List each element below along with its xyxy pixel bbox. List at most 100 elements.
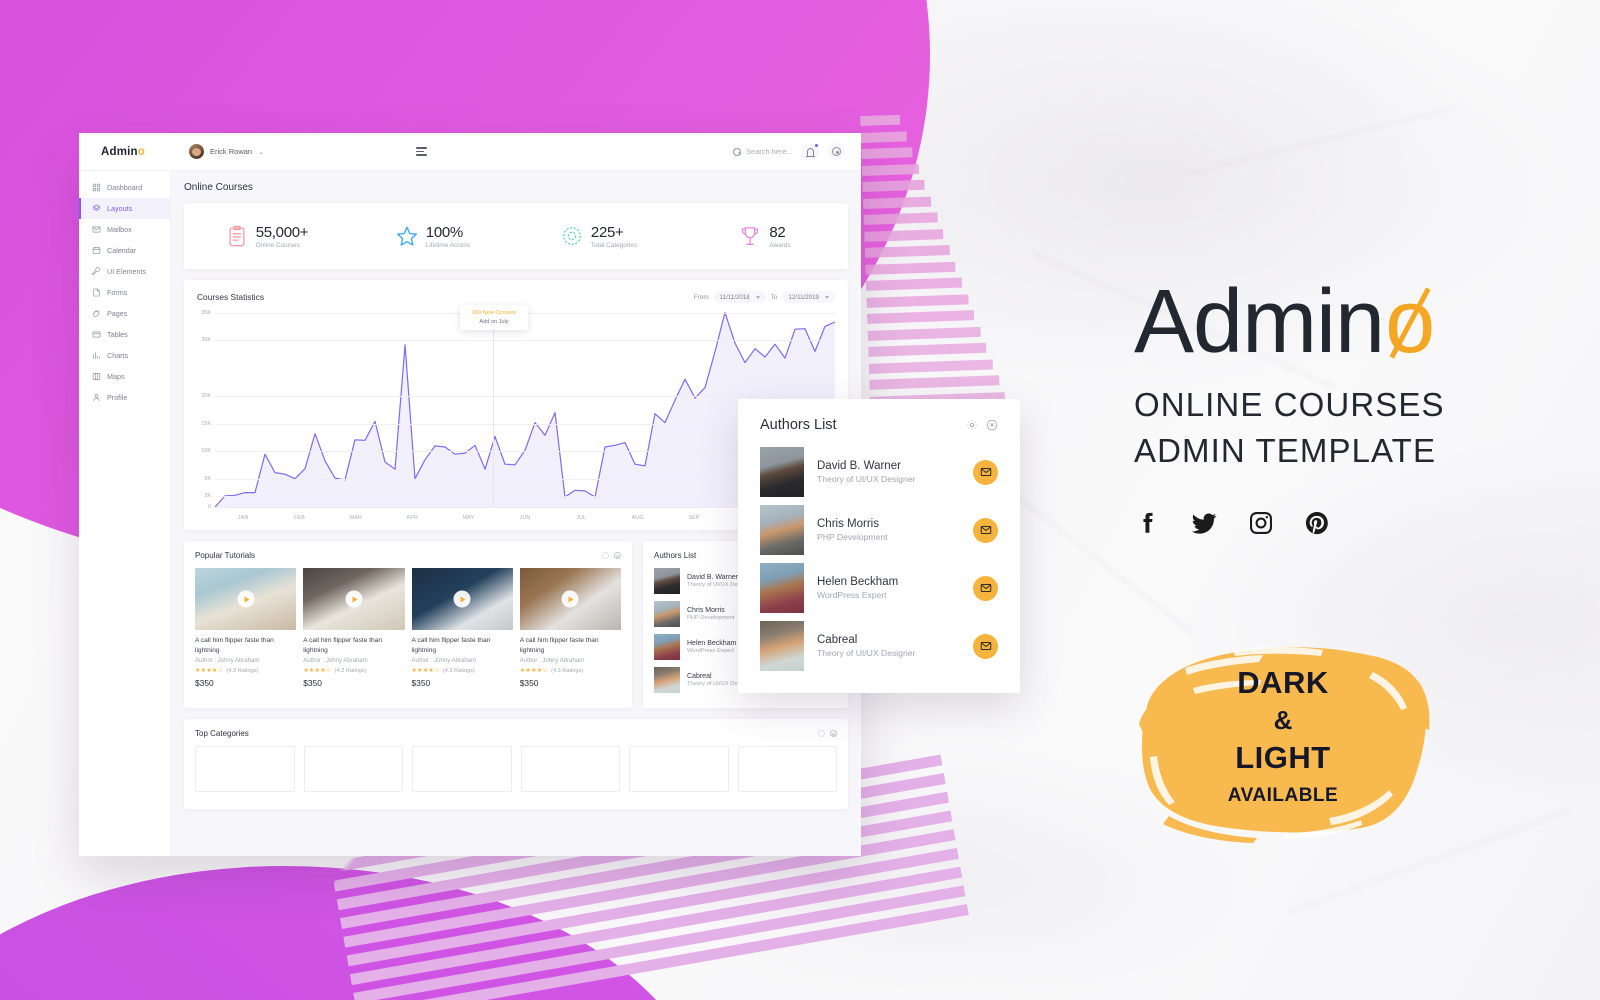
grid-icon: [92, 183, 101, 192]
map-icon: [92, 372, 101, 381]
table-icon: [92, 330, 101, 339]
hamburger-icon[interactable]: [415, 147, 427, 156]
author-role: PHP Development: [817, 532, 888, 543]
chart-y-tick: 5K: [204, 476, 211, 483]
chart-x-tick: JAN: [237, 515, 249, 521]
stat-value: 82: [769, 223, 786, 241]
facebook-icon[interactable]: [1134, 510, 1160, 536]
chart-x-tick: APR: [406, 515, 418, 521]
sidebar-item-tables[interactable]: Tables: [79, 324, 170, 345]
chart-x-tick: FEB: [294, 515, 305, 521]
chart-y-tick: 10K: [201, 448, 211, 455]
user-name: Erick Rowan: [210, 147, 253, 156]
chart-gridline: [215, 395, 835, 397]
branding-block: Admin o ONLINE COURSES ADMIN TEMPLATE: [1134, 277, 1534, 537]
categories-grid: [195, 746, 837, 792]
author-name: David B. Warner: [817, 459, 901, 472]
tutorial-card[interactable]: A call him flipper faste than lightning A…: [411, 568, 513, 689]
category-box[interactable]: [412, 746, 512, 792]
user-menu[interactable]: Erick Rowan ⌄: [171, 144, 264, 159]
sidebar-item-calendar[interactable]: Calendar: [79, 240, 170, 261]
tutorial-price: $350: [411, 678, 431, 689]
sidebar: Dashboard Layouts Mailbox Calendar UI Elemen…: [79, 171, 171, 856]
sidebar-item-ui-elements[interactable]: UI Elements: [79, 261, 170, 282]
envelope-icon[interactable]: [973, 633, 998, 659]
tutorial-price: $350: [303, 678, 322, 689]
envelope-icon[interactable]: [973, 517, 998, 543]
sidebar-item-label: UI Elements: [107, 267, 147, 276]
author-row[interactable]: Helen Beckham WordPress Expert: [760, 563, 998, 613]
clipboard-icon: [226, 225, 248, 247]
sidebar-item-charts[interactable]: Charts: [79, 345, 170, 366]
play-icon[interactable]: [345, 590, 363, 608]
from-date-select[interactable]: 11/11/2018: [713, 291, 766, 303]
avatar: [760, 563, 804, 613]
tutorial-card[interactable]: A call him flipper faste than lightning A…: [303, 568, 405, 689]
card-header-actions: [818, 730, 837, 737]
bar-chart-icon: [92, 351, 101, 360]
author-info: Helen Beckham WordPress Expert: [817, 576, 960, 601]
sidebar-item-label: Tables: [107, 330, 128, 339]
sidebar-item-label: Profile: [107, 393, 128, 402]
envelope-icon[interactable]: [973, 459, 998, 485]
chart-y-tick: 0: [208, 504, 211, 510]
chart-gridline: [215, 340, 835, 342]
search-placeholder: Search here...: [745, 147, 793, 156]
author-row[interactable]: Cabreal Theory of UI/UX Designer: [760, 621, 998, 671]
category-box[interactable]: [303, 746, 403, 792]
close-icon[interactable]: [986, 419, 998, 431]
tutorial-thumbnail: [303, 568, 405, 630]
gear-icon[interactable]: [818, 730, 825, 737]
sidebar-item-maps[interactable]: Maps: [79, 366, 170, 387]
sidebar-item-label: Forms: [107, 288, 128, 297]
tutorial-author: Author : Johny Abraham: [303, 658, 368, 665]
category-box[interactable]: [520, 746, 620, 792]
search-input[interactable]: Search here...: [732, 147, 793, 156]
play-icon[interactable]: [237, 590, 255, 608]
sidebar-item-pages[interactable]: Pages: [79, 303, 170, 324]
tutorial-rating: ★★★★☆ (4.3 Ratings): [519, 667, 621, 675]
tutorial-card[interactable]: A call him flipper faste than lightning A…: [519, 568, 621, 688]
pinterest-icon[interactable]: [1304, 510, 1330, 536]
tutorial-thumbnail: [411, 568, 513, 630]
badge-line-3: LIGHT: [1235, 739, 1331, 775]
chart-y-tick: 2K: [204, 492, 211, 499]
envelope-icon[interactable]: [973, 575, 998, 601]
chart-y-tick: 35K: [201, 309, 211, 316]
sidebar-item-forms[interactable]: Forms: [79, 282, 170, 303]
app-logo[interactable]: Admino: [79, 146, 171, 158]
author-name: Helen Beckham: [817, 575, 899, 588]
brand-logo: Admin o: [1134, 277, 1534, 366]
author-row[interactable]: David B. Warner Theory of UI/UX Designer: [760, 447, 998, 497]
sidebar-item-dashboard[interactable]: Dashboard: [79, 177, 170, 198]
to-date-select[interactable]: 12/11/2019: [782, 291, 835, 303]
star-rating-icon: ★★★★☆: [519, 668, 549, 675]
author-row[interactable]: Chris Morris PHP Development: [760, 505, 998, 555]
gear-icon[interactable]: [966, 419, 978, 431]
sidebar-item-mailbox[interactable]: Mailbox: [79, 219, 170, 240]
twitter-icon[interactable]: [1190, 509, 1218, 537]
sidebar-item-profile[interactable]: Profile: [79, 387, 170, 408]
star-rating-icon: ★★★★☆: [411, 668, 440, 675]
category-box[interactable]: [195, 746, 295, 792]
from-date-value: 11/11/2018: [719, 293, 750, 301]
search-icon: [732, 147, 741, 156]
play-icon[interactable]: [561, 590, 579, 608]
category-box[interactable]: [629, 746, 729, 792]
envelope-icon: [92, 225, 101, 234]
tutorial-card[interactable]: A call him flipper faste than lightning A…: [195, 568, 297, 688]
category-box[interactable]: [737, 746, 837, 792]
settings-button[interactable]: [828, 143, 845, 160]
stats-row: 55,000+ Online Courses 100% Lifetime Access…: [184, 203, 848, 269]
app-logo-text: Admin: [101, 145, 138, 158]
notifications-button[interactable]: [802, 143, 819, 160]
close-icon[interactable]: [830, 730, 837, 737]
chart-y-tick: 20K: [201, 392, 211, 399]
sidebar-item-layouts[interactable]: Layouts: [79, 198, 170, 219]
instagram-icon[interactable]: [1248, 510, 1274, 536]
close-icon[interactable]: [614, 552, 621, 559]
play-icon[interactable]: [453, 590, 471, 608]
bell-icon: [806, 147, 816, 158]
gear-icon[interactable]: [602, 552, 609, 559]
tutorial-rating: ★★★★☆ (4.3 Ratings): [303, 667, 404, 675]
